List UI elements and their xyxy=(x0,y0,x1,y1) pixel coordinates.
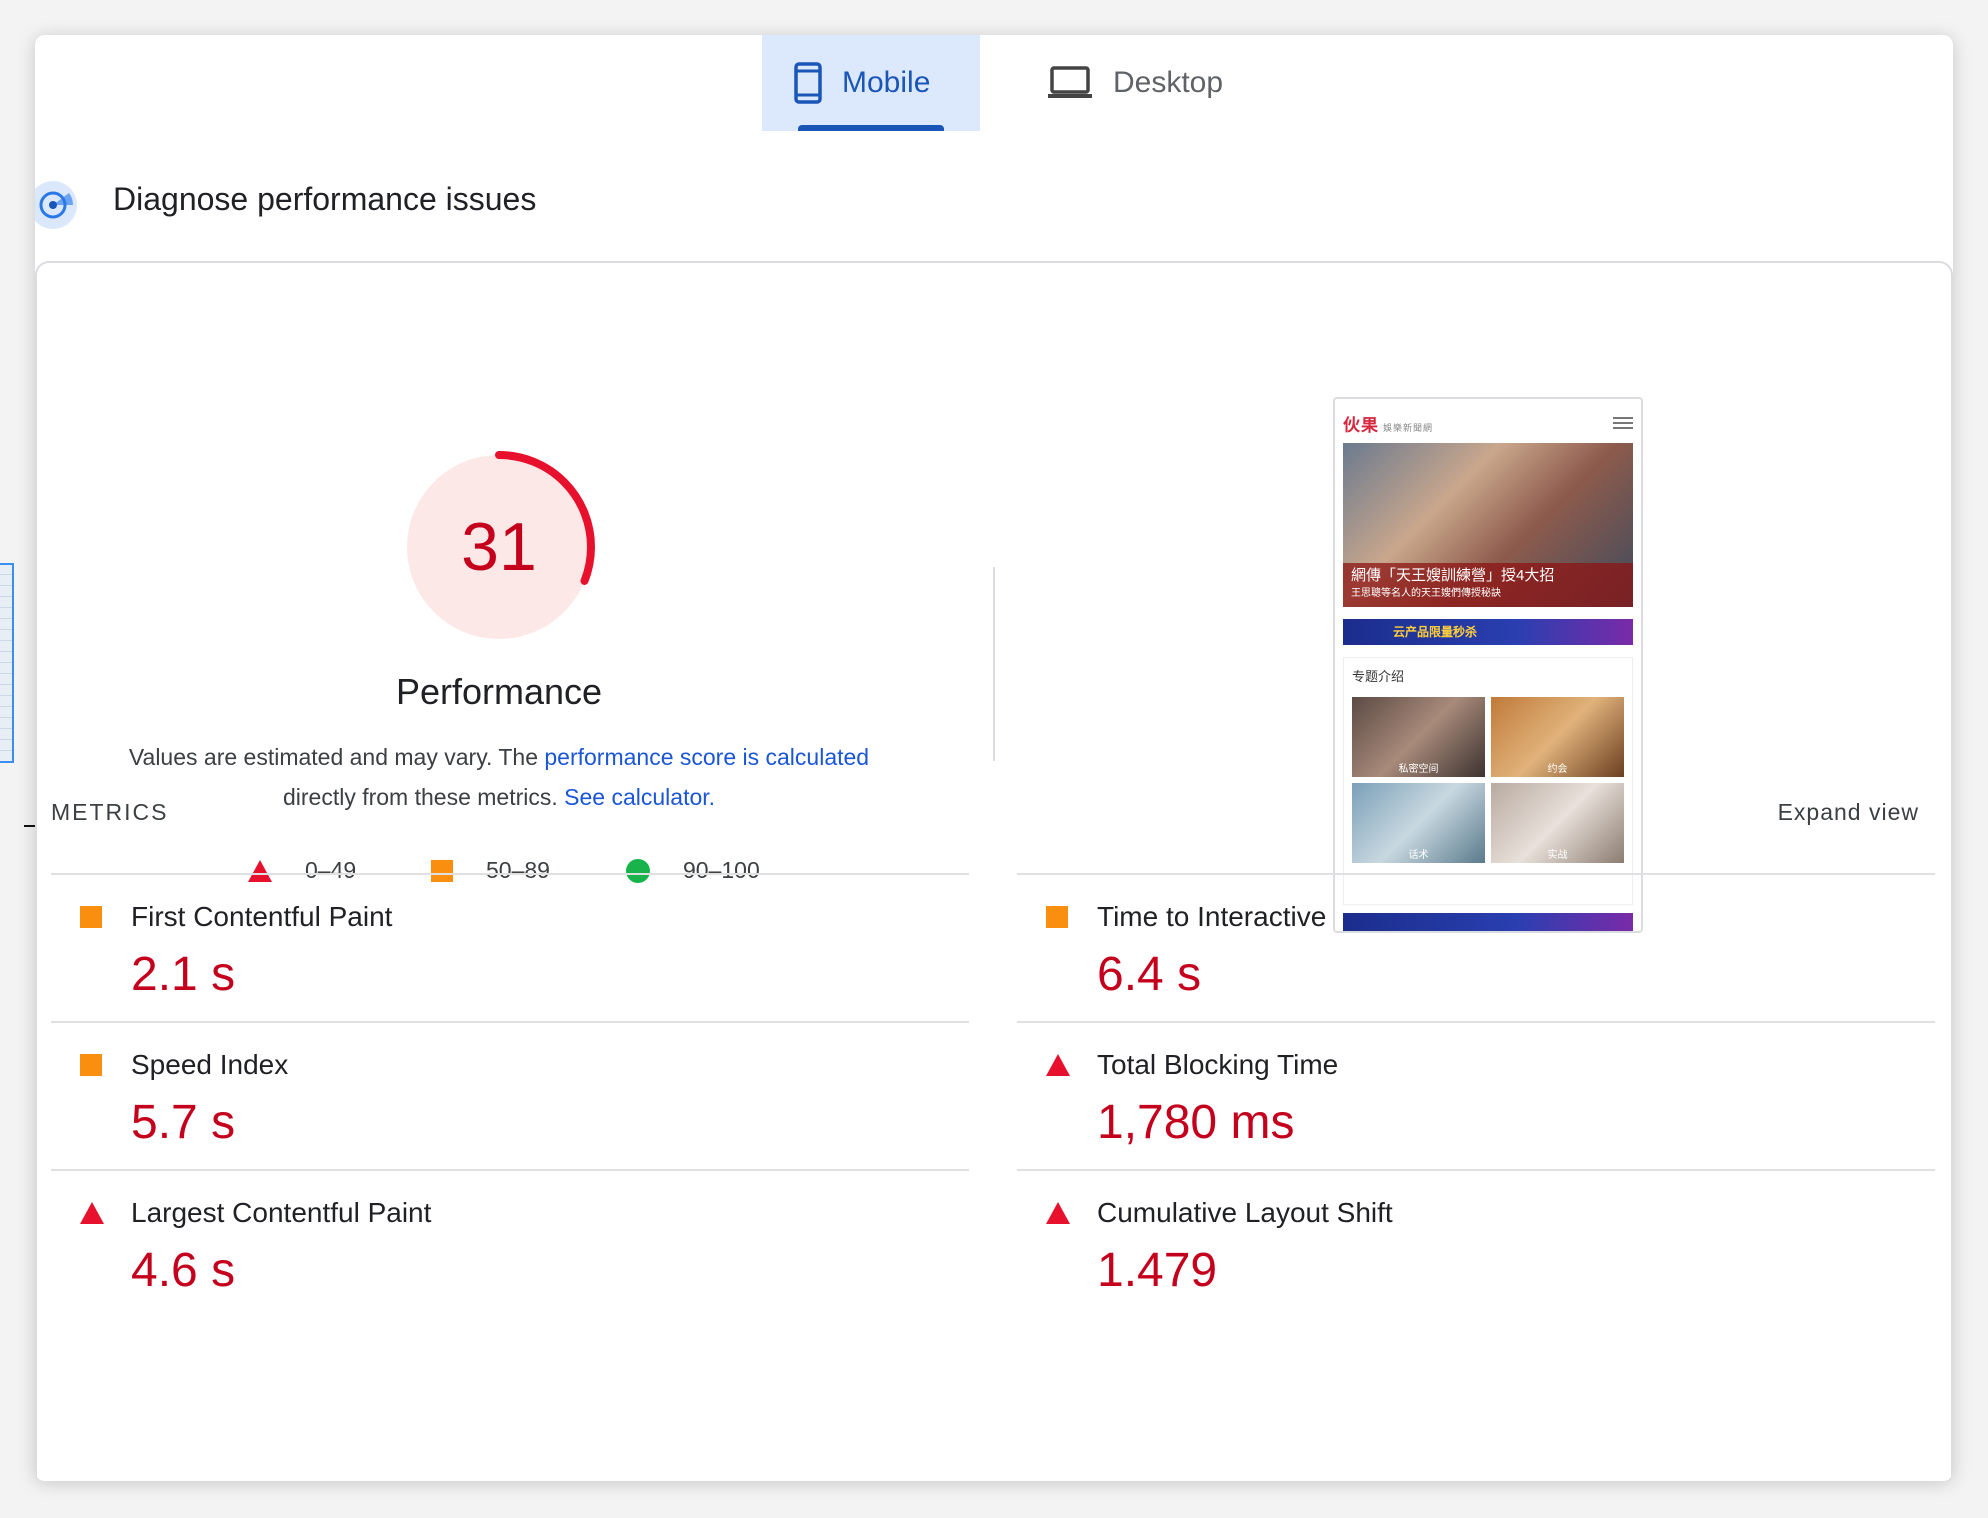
metric-first-contentful-paint: First Contentful Paint 2.1 s xyxy=(51,873,969,1021)
thumb-hero-title: 網傳「天王嫂訓練營」授4大招 xyxy=(1351,567,1555,584)
metric-cumulative-layout-shift: Cumulative Layout Shift 1.479 xyxy=(1017,1169,1935,1317)
metric-value: 4.6 s xyxy=(131,1244,236,1297)
performance-label: Performance xyxy=(395,671,603,712)
thumb-cell-label: 话术 xyxy=(1408,850,1429,861)
thumb-logo-text: 伙果 xyxy=(1343,415,1379,435)
metric-value: 5.7 s xyxy=(131,1096,236,1149)
metric-largest-contentful-paint: Largest Contentful Paint 4.6 s xyxy=(51,1169,969,1317)
thumb-section-title: 专题介绍 xyxy=(1352,669,1405,684)
thumb-cell: 实战 xyxy=(1491,783,1624,863)
thumb-topic-section: 专题介绍 私密空间 约会 话术 实战 xyxy=(1343,657,1633,905)
active-tab-indicator xyxy=(798,125,944,131)
metric-name: First Contentful Paint xyxy=(131,901,393,932)
orange-square-icon xyxy=(79,1053,103,1082)
performance-score: 31 xyxy=(461,509,537,585)
thumb-hero-caption: 網傳「天王嫂訓練營」授4大招 王思聰等名人的天王嫂們傳授秘訣 xyxy=(1343,563,1633,607)
thumb-logo: 伙果 娛樂新聞網 xyxy=(1343,411,1433,436)
calculator-link[interactable]: See calculator. xyxy=(564,784,715,810)
pagespeed-panel: Mobile Desktop Diagnose performance issu… xyxy=(35,35,1953,1481)
red-triangle-icon xyxy=(79,1201,105,1230)
performance-description: Values are estimated and may vary. The p… xyxy=(99,737,899,817)
thumb-logo-sub: 娛樂新聞網 xyxy=(1383,422,1434,433)
metric-value: 1.479 xyxy=(1097,1244,1218,1297)
desc-prefix: Values are estimated and may vary. The xyxy=(128,744,545,770)
thumb-hero-sub: 王思聰等名人的天王嫂們傳授秘訣 xyxy=(1351,588,1501,599)
results-card: 31 Performance Values are estimated and … xyxy=(35,261,1953,1481)
expand-view-button[interactable]: Expand view xyxy=(1778,799,1919,826)
metric-time-to-interactive: Time to Interactive 6.4 s xyxy=(1017,873,1935,1021)
vertical-divider xyxy=(993,567,995,761)
metric-value: 2.1 s xyxy=(131,948,236,1001)
thumb-grid: 私密空间 约会 话术 实战 xyxy=(1352,697,1624,863)
hamburger-menu-icon xyxy=(1613,417,1633,429)
device-tabs: Mobile Desktop xyxy=(35,35,1953,131)
thumb-cell: 约会 xyxy=(1491,697,1624,777)
metric-value: 1,780 ms xyxy=(1097,1096,1295,1149)
diagnose-icon xyxy=(35,175,83,240)
tab-mobile[interactable]: Mobile xyxy=(762,35,980,131)
tab-mobile-label: Mobile xyxy=(842,66,931,99)
orange-square-icon xyxy=(1045,905,1069,934)
metric-name: Time to Interactive xyxy=(1097,901,1327,932)
window-edge-artifact xyxy=(0,563,14,763)
thumb-cell: 话术 xyxy=(1352,783,1485,863)
thumb-header: 伙果 娛樂新聞網 xyxy=(1343,409,1633,437)
thumb-cell-label: 实战 xyxy=(1547,850,1568,861)
metric-name: Cumulative Layout Shift xyxy=(1097,1197,1393,1228)
metric-name: Total Blocking Time xyxy=(1097,1049,1339,1080)
thumb-cell: 私密空间 xyxy=(1352,697,1485,777)
metric-name: Speed Index xyxy=(131,1049,289,1080)
metric-total-blocking-time: Total Blocking Time 1,780 ms xyxy=(1017,1021,1935,1169)
smartphone-icon xyxy=(794,62,822,104)
performance-gauge: 31 xyxy=(399,447,599,647)
orange-square-icon xyxy=(79,905,103,934)
red-triangle-icon xyxy=(1045,1201,1071,1230)
tab-desktop-label: Desktop xyxy=(1113,66,1224,99)
thumb-cell-label: 私密空间 xyxy=(1398,764,1439,775)
metric-speed-index: Speed Index 5.7 s xyxy=(51,1021,969,1169)
metric-value: 6.4 s xyxy=(1097,948,1202,1001)
laptop-icon xyxy=(1047,66,1093,100)
page-title: Diagnose performance issues xyxy=(113,181,537,217)
page-screenshot-thumbnail[interactable]: 伙果 娛樂新聞網 網傳「天王嫂訓練營」授4大招 王思聰等名人的天王嫂們傳授秘訣 云… xyxy=(1333,397,1643,933)
desc-middle: directly from these metrics. xyxy=(282,784,565,810)
thumb-cell-label: 约会 xyxy=(1547,764,1568,775)
tab-desktop[interactable]: Desktop xyxy=(1015,35,1255,131)
thumb-hero-image: 網傳「天王嫂訓練營」授4大招 王思聰等名人的天王嫂們傳授秘訣 xyxy=(1343,443,1633,607)
thumb-ad-banner: 云产品限量秒杀 xyxy=(1343,619,1633,645)
score-calculation-link[interactable]: performance score is calculated xyxy=(544,744,869,770)
metrics-heading: METRICS xyxy=(51,799,169,825)
metric-name: Largest Contentful Paint xyxy=(131,1197,432,1228)
red-triangle-icon xyxy=(1045,1053,1071,1082)
